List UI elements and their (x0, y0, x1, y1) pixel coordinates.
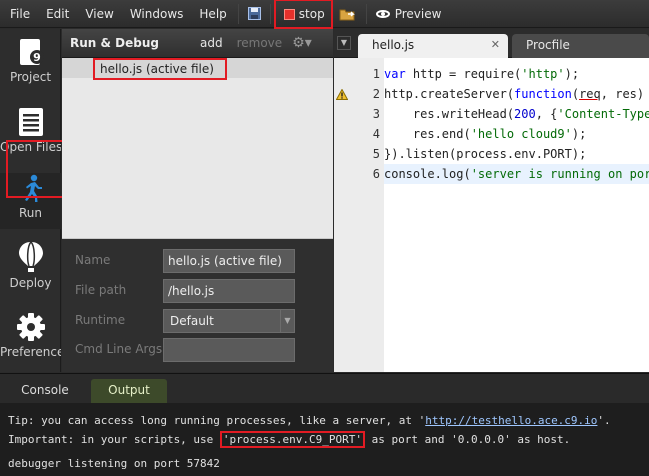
code-content: 1 var http = require('http'); 2 http.creat… (373, 64, 649, 184)
chevron-down-icon: ▼ (280, 310, 294, 332)
toolbar-separator (269, 3, 271, 24)
line-number: 3 (372, 107, 380, 121)
editor-tab-bar: ▼ hello.js ✕ Procfile (334, 29, 649, 58)
code-line: 3 res.writeHead(200, {'Content-Type': 't… (373, 104, 649, 124)
line-number: 6 (372, 167, 380, 181)
save-button[interactable] (242, 0, 267, 28)
rail-label-project: Project (9, 70, 52, 84)
preview-label: Preview (394, 6, 442, 21)
toolbar-separator (365, 3, 367, 24)
cmd-args-field[interactable] (163, 338, 295, 362)
tab-procfile[interactable]: Procfile (512, 34, 649, 58)
code-line: 2http.createServer(function(req, res) { (373, 84, 649, 104)
folder-arrow-icon (339, 9, 355, 20)
remove-button[interactable]: remove (237, 36, 283, 50)
panel-header: Run & Debug add remove ⚙▾ (62, 29, 333, 58)
save-icon (247, 7, 261, 20)
run-config-list: hello.js (active file) (62, 58, 333, 238)
output-line: Important: in your scripts, use 'process… (8, 431, 571, 448)
preview-button[interactable]: Preview (370, 0, 448, 28)
run-debug-panel: Run & Debug add remove ⚙▾ hello.js (acti… (62, 29, 333, 372)
rail-label-preferences: Preferences (0, 345, 61, 359)
output-line: debugger listening on port 57842 (8, 457, 220, 470)
menu-file[interactable]: File (0, 0, 38, 28)
close-icon[interactable]: ✕ (491, 34, 500, 56)
rail-label-run: Run (18, 206, 42, 220)
stop-icon (283, 8, 295, 20)
code-line-active: 6 console.log('server is running on port'… (373, 164, 649, 184)
prop-runtime-row: Runtime Default ▼ (62, 309, 333, 333)
stop-label: stop (298, 7, 325, 21)
eye-icon (375, 9, 390, 18)
menu-help[interactable]: Help (191, 0, 234, 28)
console-tab-bar: Console Output (0, 373, 649, 404)
rail-item-project[interactable]: 9 Project (0, 37, 61, 84)
prop-runtime-label: Runtime (75, 313, 126, 327)
code-line: 1 var http = require('http'); (373, 64, 649, 84)
add-button[interactable]: add (200, 36, 223, 50)
run-config-button[interactable] (333, 0, 363, 28)
port-highlight: 'process.env.C9_PORT' (219, 431, 365, 448)
prop-path-label: File path (75, 283, 127, 297)
toolbar-separator (237, 3, 239, 24)
deploy-balloon-icon (18, 241, 43, 272)
prop-args-row: Cmd Line Args (62, 338, 333, 362)
output-text: Important: in your scripts, use (8, 433, 220, 446)
tab-label: hello.js (372, 38, 415, 52)
tab-console[interactable]: Console (0, 379, 90, 404)
menu-edit[interactable]: Edit (38, 0, 77, 28)
menu-view[interactable]: View (77, 0, 121, 28)
prop-args-label: Cmd Line Args (75, 342, 163, 356)
code-editor[interactable]: 1 var http = require('http'); 2 http.creat… (334, 58, 649, 372)
rail-label-deploy: Deploy (9, 276, 52, 290)
project-icon: 9 (19, 39, 44, 65)
line-number: 1 (372, 67, 380, 81)
tab-label: Procfile (526, 38, 570, 52)
svg-text:9: 9 (33, 51, 41, 64)
output-text: Tip: you can access long running process… (8, 414, 426, 427)
output-text: as port and '0.0.0.0' as host. (365, 433, 571, 446)
line-number: 2 (372, 87, 380, 101)
line-number: 5 (372, 147, 380, 161)
tab-output[interactable]: Output (91, 379, 167, 404)
name-field[interactable]: hello.js (active file) (163, 249, 295, 273)
menubar: File Edit View Windows Help stop Preview (0, 0, 649, 29)
output-text: '. (597, 414, 611, 427)
prop-path-row: File path /hello.js (62, 279, 333, 303)
run-properties: Name hello.js (active file) File path /h… (62, 239, 333, 372)
menu-windows[interactable]: Windows (122, 0, 192, 28)
file-path-field[interactable]: /hello.js (163, 279, 295, 303)
prop-name-row: Name hello.js (active file) (62, 249, 333, 273)
tab-hello-js[interactable]: hello.js ✕ (358, 34, 508, 58)
tab-menu-icon[interactable]: ▼ (337, 36, 351, 50)
stop-button[interactable]: stop (273, 0, 333, 29)
panel-title: Run & Debug (70, 36, 159, 50)
left-rail: 9 Project Open Files Run Deploy Preferen… (0, 29, 61, 372)
preview-link[interactable]: http://testhello.ace.c9.io (425, 414, 597, 427)
runtime-value: Default (170, 314, 214, 328)
open-files-icon (18, 108, 43, 136)
runtime-select[interactable]: Default ▼ (163, 309, 295, 333)
prop-name-label: Name (75, 253, 111, 267)
rail-item-preferences[interactable]: Preferences (0, 312, 61, 359)
output-panel: Tip: you can access long running process… (0, 403, 649, 476)
rail-item-deploy[interactable]: Deploy (0, 241, 61, 290)
active-file-entry[interactable]: hello.js (active file) (93, 58, 227, 80)
gear-icon (16, 313, 45, 341)
line-number: 4 (372, 127, 380, 141)
panel-settings-icon[interactable]: ⚙▾ (292, 35, 312, 51)
output-line: Tip: you can access long running process… (8, 414, 611, 427)
code-line: 4 res.end('hello cloud9'); (373, 124, 649, 144)
code-line: 5}).listen(process.env.PORT); (373, 144, 649, 164)
